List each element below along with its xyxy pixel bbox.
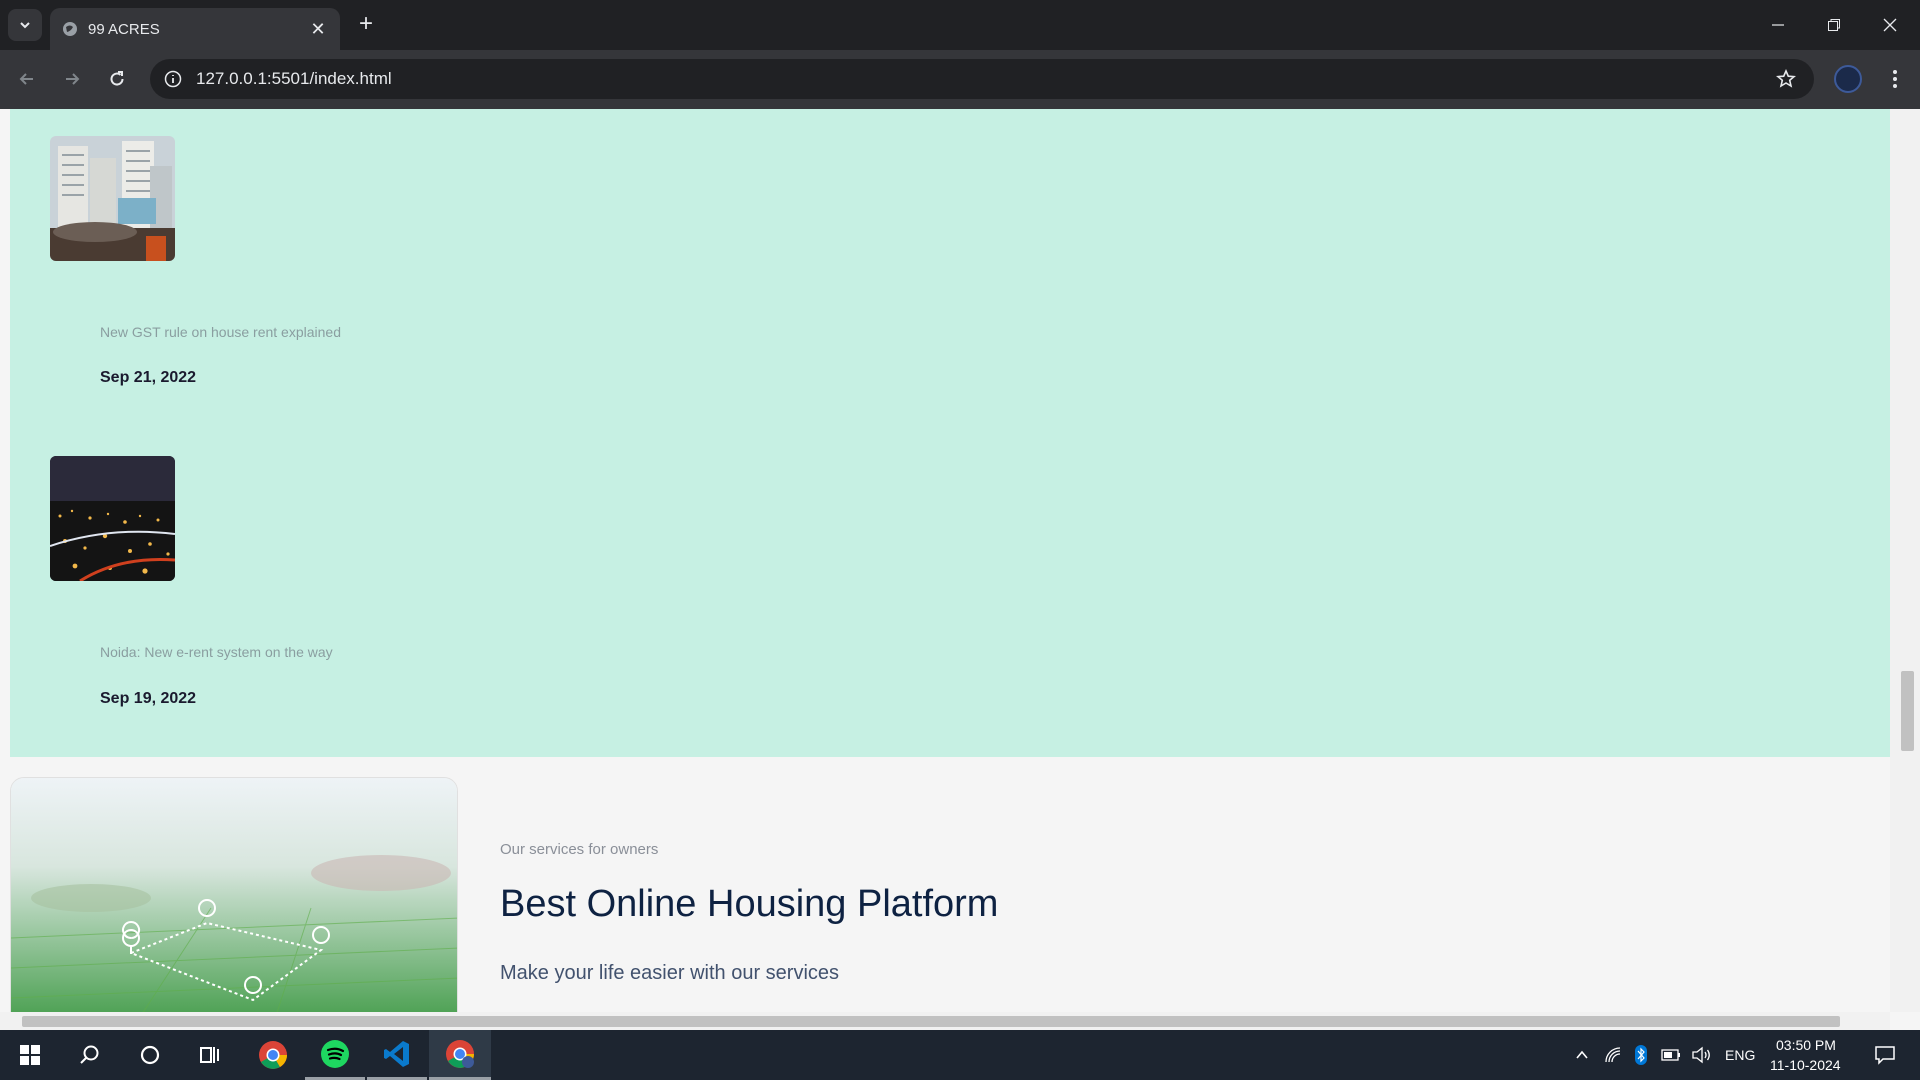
more-vertical-icon xyxy=(1893,70,1897,88)
profile-avatar[interactable] xyxy=(1834,65,1862,93)
buildings-photo xyxy=(50,136,175,261)
forward-button[interactable] xyxy=(57,64,87,94)
vertical-scroll-thumb[interactable] xyxy=(1901,671,1914,751)
horizontal-scrollbar[interactable] xyxy=(0,1012,1890,1030)
bluetooth-icon xyxy=(1635,1045,1647,1065)
services-subtitle: Make your life easier with our services xyxy=(500,962,840,984)
services-title: Best Online Housing Platform xyxy=(500,883,999,925)
arrow-left-icon xyxy=(19,73,33,85)
task-view-button[interactable] xyxy=(180,1030,240,1080)
restore-button[interactable] xyxy=(1806,0,1862,50)
horizontal-scroll-thumb[interactable] xyxy=(22,1016,1840,1027)
back-button[interactable] xyxy=(12,64,42,94)
taskbar-chrome-active[interactable] xyxy=(429,1030,491,1080)
speaker-icon xyxy=(1692,1046,1710,1064)
restore-icon xyxy=(1828,19,1840,31)
tab-bar: 99 ACRES ✕ + xyxy=(0,0,1920,50)
news-title[interactable]: New GST rule on house rent explained xyxy=(100,324,341,340)
services-kicker: Our services for owners xyxy=(500,841,659,858)
aerial-fields-map-photo xyxy=(11,778,457,1029)
close-window-button[interactable] xyxy=(1862,0,1918,50)
taskbar-vscode[interactable] xyxy=(367,1030,427,1080)
network-button[interactable] xyxy=(1598,1030,1628,1080)
url-text[interactable]: 127.0.0.1:5501/index.html xyxy=(196,69,392,89)
cortana-button[interactable] xyxy=(120,1030,180,1080)
news-date: Sep 21, 2022 xyxy=(100,369,197,386)
tab-title: 99 ACRES xyxy=(88,20,160,38)
chevron-down-icon xyxy=(20,22,30,29)
news-section: New GST rule on house rent explained Sep… xyxy=(10,109,1890,757)
reload-button[interactable] xyxy=(102,64,132,94)
start-button[interactable] xyxy=(0,1030,60,1080)
browser-menu-button[interactable] xyxy=(1880,64,1910,94)
search-button[interactable] xyxy=(60,1030,120,1080)
notification-icon xyxy=(1875,1046,1895,1065)
vertical-scrollbar[interactable] xyxy=(1890,109,1920,1012)
browser-tab[interactable]: 99 ACRES ✕ xyxy=(50,8,340,50)
news-date: Sep 19, 2022 xyxy=(100,690,197,707)
tray-overflow-button[interactable] xyxy=(1567,1030,1597,1080)
minimize-icon xyxy=(1772,24,1784,26)
notifications-button[interactable] xyxy=(1855,1030,1915,1080)
news-image-night-city[interactable] xyxy=(50,456,175,581)
news-image-buildings[interactable] xyxy=(50,136,175,261)
services-section: Our services for owners Best Online Hous… xyxy=(10,757,1890,1030)
arrow-right-icon xyxy=(66,73,80,85)
services-image xyxy=(10,777,458,1030)
chrome-profile-icon xyxy=(446,1039,474,1068)
wifi-icon xyxy=(1605,1047,1621,1063)
page-viewport: New GST rule on house rent explained Sep… xyxy=(0,109,1920,1030)
search-icon xyxy=(80,1045,99,1064)
globe-icon xyxy=(63,22,77,36)
windows-taskbar: ENG 03:50 PM 11-10-2024 xyxy=(0,1030,1920,1080)
clock-date[interactable]: 11-10-2024 xyxy=(1770,1057,1841,1073)
taskbar-spotify[interactable] xyxy=(305,1030,365,1080)
language-indicator[interactable]: ENG xyxy=(1725,1047,1755,1063)
chrome-icon xyxy=(259,1041,287,1069)
tab-search-button[interactable] xyxy=(8,9,42,41)
volume-button[interactable] xyxy=(1686,1030,1716,1080)
spotify-icon xyxy=(321,1039,349,1068)
bluetooth-button[interactable] xyxy=(1628,1030,1654,1080)
circle-icon xyxy=(140,1045,160,1065)
battery-icon xyxy=(1661,1049,1680,1061)
battery-button[interactable] xyxy=(1656,1030,1686,1080)
info-icon[interactable] xyxy=(164,70,182,88)
bookmark-star-icon[interactable] xyxy=(1776,69,1796,89)
chevron-up-icon xyxy=(1576,1050,1588,1059)
vscode-icon xyxy=(384,1040,409,1067)
close-tab-icon[interactable]: ✕ xyxy=(308,19,328,40)
address-bar[interactable]: 127.0.0.1:5501/index.html xyxy=(150,59,1814,99)
task-view-icon xyxy=(200,1047,219,1063)
night-city-photo xyxy=(50,456,175,581)
clock-time[interactable]: 03:50 PM xyxy=(1776,1037,1836,1053)
close-icon xyxy=(1883,18,1897,32)
new-tab-button[interactable]: + xyxy=(352,10,380,38)
minimize-button[interactable] xyxy=(1750,0,1806,50)
taskbar-chrome[interactable] xyxy=(243,1030,303,1080)
browser-toolbar: 127.0.0.1:5501/index.html xyxy=(0,50,1920,109)
news-title[interactable]: Noida: New e-rent system on the way xyxy=(100,644,333,660)
reload-icon xyxy=(110,71,124,86)
windows-logo-icon xyxy=(20,1045,40,1065)
